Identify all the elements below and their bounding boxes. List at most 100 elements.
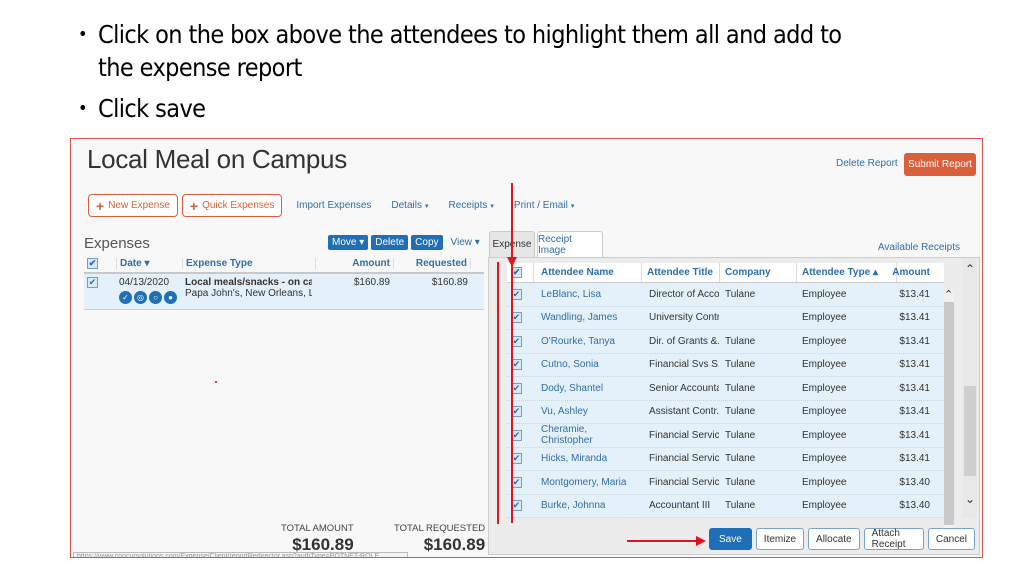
globe-icon: ◎ — [134, 291, 147, 304]
attendee-company: Tulane — [725, 382, 756, 394]
attendee-name-link[interactable]: Wandling, James — [541, 312, 617, 323]
receipts-menu[interactable]: Receipts ▾ — [448, 200, 493, 211]
attendee-name-link[interactable]: Vu, Ashley — [541, 406, 588, 417]
attendee-row[interactable]: ✔Wandling, JamesUniversity Contr...Emplo… — [507, 306, 944, 330]
scroll-up-icon[interactable]: ⌃ — [965, 262, 975, 276]
expense-type-column-header[interactable]: Expense Type — [182, 258, 315, 269]
attendee-company — [719, 307, 796, 330]
annotation-arrow-line — [511, 183, 513, 523]
cancel-button[interactable]: Cancel — [927, 528, 975, 550]
attendee-type-column-header[interactable]: Attendee Type ▴ — [796, 263, 896, 282]
attendee-amount: $13.40 — [899, 500, 930, 512]
select-all-expenses-checkbox[interactable]: ✔ — [87, 258, 98, 269]
attendee-row[interactable]: ✔ Vu, Ashley Assistant Contr... Tulane Emplo… — [507, 400, 944, 424]
total-requested: TOTAL REQUESTED $160.89 — [394, 523, 485, 555]
attendee-row[interactable]: ✔LeBlanc, LisaDirector of Acco...TulaneE… — [507, 283, 944, 307]
view-menu[interactable]: View ▾ — [451, 237, 480, 248]
amount-column-header[interactable]: Amount — [315, 258, 393, 269]
attendee-row[interactable]: ✔Dody, ShantelSenior AccountantTulaneEmp… — [507, 377, 944, 401]
expense-row[interactable]: ✔ 04/13/2020 ✓ ◎ ○ ● Local meals/snacks … — [84, 274, 484, 310]
attendee-company: Tulane — [725, 476, 756, 488]
scrollbar-thumb[interactable] — [944, 302, 954, 525]
delete-report-link[interactable]: Delete Report — [836, 158, 898, 169]
attendee-amount: $13.41 — [899, 382, 930, 394]
attendee-row[interactable]: ✔Hicks, MirandaFinancial Servic...Tulane… — [507, 447, 944, 471]
instruction-item: • Click on the box above the attendees t… — [78, 18, 878, 84]
expenses-table: ✔ Date ▾ Expense Type Amount Requested ✔… — [84, 255, 484, 310]
delete-button[interactable]: Delete — [371, 235, 409, 250]
attendee-row[interactable]: ✔ Cutno, Sonia Financial Svs S... Tulane Emp… — [507, 353, 944, 377]
expense-type: Local meals/snacks - on campus — [185, 277, 312, 288]
expense-icons: ✓ ◎ ○ ● — [119, 291, 179, 304]
attendee-type: Employee — [802, 453, 847, 465]
caret-down-icon: ▾ — [490, 203, 494, 210]
attendee-name-link[interactable]: Montgomery, Maria — [541, 477, 626, 488]
print-email-menu[interactable]: Print / Email ▾ — [514, 200, 574, 211]
attendee-title-column-header[interactable]: Attendee Title — [641, 263, 719, 282]
total-amount-label: TOTAL AMOUNT — [281, 523, 354, 534]
attendee-amount: $13.41 — [899, 406, 930, 418]
instruction-text: Click save — [98, 94, 206, 123]
attendee-amount-column-header[interactable]: Amount — [892, 263, 932, 282]
attendee-type: Employee — [802, 429, 847, 441]
submit-report-button[interactable]: Submit Report — [904, 153, 976, 176]
attendee-type: Employee — [802, 382, 847, 394]
attendee-row[interactable]: ✔Cheramie, ChristopherFinancial Servic..… — [507, 424, 944, 448]
attach-receipt-button[interactable]: Attach Receipt — [863, 528, 924, 550]
attendee-name-column-header[interactable]: Attendee Name — [533, 263, 641, 282]
attendee-type: Employee — [802, 476, 847, 488]
expense-requested: $160.89 — [431, 277, 468, 288]
total-requested-value: $160.89 — [423, 535, 486, 554]
annotation-bracket-line — [497, 262, 499, 524]
receipt-icon: ✓ — [119, 291, 132, 304]
save-button[interactable]: Save — [709, 528, 752, 550]
panel-scrollbar[interactable]: ⌃ ⌄ — [963, 258, 977, 518]
attendee-row[interactable]: ✔Montgomery, MariaFinancial Servic...Tul… — [507, 471, 944, 495]
quick-expenses-button[interactable]: + Quick Expenses — [181, 194, 283, 217]
attendees-panel: ✔ Attendee Name Attendee Title Company A… — [488, 257, 980, 555]
company-column-header[interactable]: Company — [719, 263, 796, 282]
attendee-row[interactable]: ✔ Burke, Johnna Accountant III Tulane Employ… — [507, 494, 944, 518]
instruction-text: Click on the box above the attendees to … — [98, 20, 842, 82]
attendee-name-link[interactable]: Cheramie, Christopher — [541, 424, 641, 446]
expense-detail-panel: Expense Receipt Image Available Receipts… — [488, 231, 980, 555]
attendee-name-link[interactable]: Burke, Johnna — [541, 500, 606, 511]
print-email-label: Print / Email — [513, 200, 568, 211]
attendee-name-link[interactable]: Cutno, Sonia — [541, 359, 599, 370]
stray-mark — [215, 381, 217, 383]
attendees-table: ✔ Attendee Name Attendee Title Company A… — [507, 263, 944, 518]
caret-down-icon: ▾ — [424, 203, 429, 210]
tab-receipt-image[interactable]: Receipt Image — [537, 231, 603, 257]
attendee-name-link[interactable]: Dody, Shantel — [541, 383, 603, 394]
details-menu[interactable]: Details ▾ — [391, 200, 428, 211]
date-column-header[interactable]: Date ▾ — [116, 258, 182, 269]
copy-button[interactable]: Copy — [411, 235, 443, 250]
attendee-row[interactable]: ✔ O'Rourke, Tanya Dir. of Grants &... Tulan… — [507, 330, 944, 354]
move-button[interactable]: Move ▾ — [328, 235, 369, 250]
scroll-up-icon[interactable]: ⌃ — [944, 288, 953, 301]
attendee-amount: $13.41 — [899, 288, 930, 300]
itemize-button[interactable]: Itemize — [755, 528, 805, 550]
bullet-marker: • — [78, 24, 88, 45]
scroll-down-icon[interactable]: ⌄ — [965, 492, 975, 506]
total-amount: TOTAL AMOUNT $160.89 — [281, 523, 354, 555]
attendee-title: Assistant Contr... — [649, 406, 719, 418]
attendee-name-link[interactable]: LeBlanc, Lisa — [541, 289, 601, 300]
attendee-title: University Contr... — [649, 312, 719, 324]
available-receipts-link[interactable]: Available Receipts — [878, 242, 960, 253]
import-expenses-link[interactable]: Import Expenses — [296, 200, 371, 211]
attendees-scrollbar[interactable]: ⌃ — [944, 288, 954, 535]
annotation-arrow-line — [627, 540, 697, 542]
scrollbar-thumb[interactable] — [964, 386, 976, 476]
attendee-name-link[interactable]: O'Rourke, Tanya — [541, 336, 615, 347]
attendee-type: Employee — [802, 312, 847, 324]
new-expense-button[interactable]: + New Expense — [88, 194, 178, 217]
attendee-amount: $13.41 — [899, 312, 930, 324]
details-label: Details — [391, 200, 422, 211]
attendee-type: Employee — [802, 288, 847, 300]
expense-row-checkbox[interactable]: ✔ — [87, 277, 98, 288]
allocate-button[interactable]: Allocate — [808, 528, 860, 550]
attendee-name-link[interactable]: Hicks, Miranda — [541, 453, 607, 464]
requested-column-header[interactable]: Requested — [393, 258, 471, 269]
attendee-title: Financial Servic... — [649, 453, 719, 465]
